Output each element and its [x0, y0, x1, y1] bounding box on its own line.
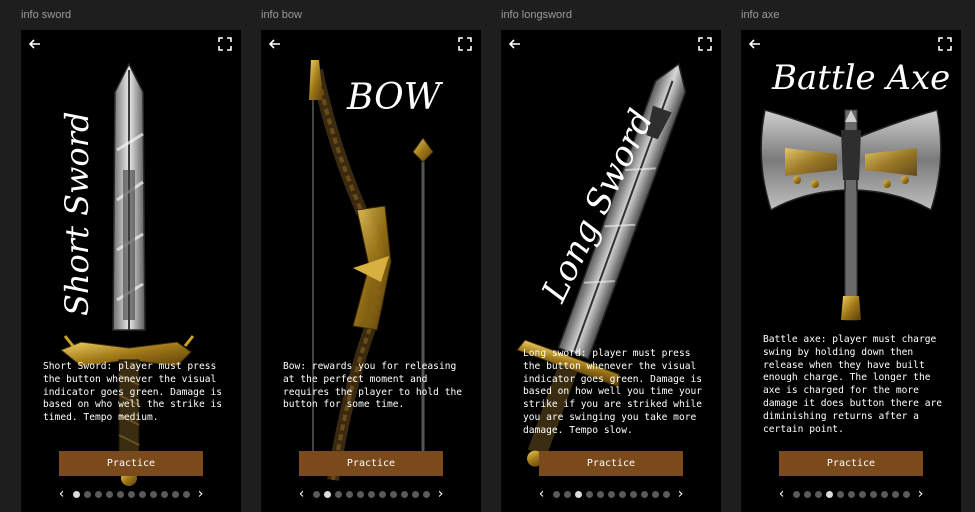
page-dots — [72, 490, 190, 498]
page-dot[interactable] — [422, 490, 430, 498]
battle-axe-illustration — [760, 109, 942, 321]
weapon-title: Short Sword — [58, 111, 96, 316]
page-dot[interactable] — [356, 490, 364, 498]
page-dot[interactable] — [618, 490, 626, 498]
card-battle-axe: Battle Axe Battle axe: player must charg… — [741, 30, 961, 512]
weapon-description: Short Sword: player must press the butto… — [43, 361, 223, 424]
page-dot[interactable] — [891, 490, 899, 498]
chevron-right-icon[interactable]: › — [674, 486, 688, 502]
page-dots — [312, 490, 430, 498]
page-indicator: ‹ › — [501, 486, 721, 502]
practice-button[interactable]: Practice — [299, 451, 443, 476]
weapon-title: Battle Axe — [772, 58, 951, 98]
chevron-right-icon[interactable]: › — [914, 486, 928, 502]
page-dot[interactable] — [902, 490, 910, 498]
fullscreen-icon[interactable] — [217, 36, 233, 52]
page-dot[interactable] — [858, 490, 866, 498]
frame-label-sword: info sword — [21, 9, 72, 21]
back-arrow-icon[interactable] — [507, 36, 523, 52]
page-dot[interactable] — [149, 490, 157, 498]
page-dot[interactable] — [803, 490, 811, 498]
page-dot[interactable] — [585, 490, 593, 498]
chevron-left-icon[interactable]: ‹ — [775, 486, 789, 502]
chevron-left-icon[interactable]: ‹ — [295, 486, 309, 502]
practice-button[interactable]: Practice — [59, 451, 203, 476]
back-arrow-icon[interactable] — [27, 36, 43, 52]
page-dots — [792, 490, 910, 498]
page-dot[interactable] — [640, 490, 648, 498]
page-dot[interactable] — [607, 490, 615, 498]
page-dot[interactable] — [792, 490, 800, 498]
long-sword-illustration — [516, 62, 687, 467]
page-indicator: ‹ › — [261, 486, 481, 502]
page-dot[interactable] — [847, 490, 855, 498]
page-dot[interactable] — [345, 490, 353, 498]
fullscreen-icon[interactable] — [697, 36, 713, 52]
page-dots — [552, 490, 670, 498]
page-dot-active[interactable] — [72, 490, 80, 498]
page-dot[interactable] — [182, 490, 190, 498]
page-dot[interactable] — [116, 490, 124, 498]
page-dot[interactable] — [563, 490, 571, 498]
chevron-left-icon[interactable]: ‹ — [55, 486, 69, 502]
page-dot[interactable] — [171, 490, 179, 498]
page-dot[interactable] — [83, 490, 91, 498]
page-dot[interactable] — [367, 490, 375, 498]
weapon-description: Battle axe: player must charge swing by … — [763, 334, 943, 435]
page-dot[interactable] — [411, 490, 419, 498]
card-long-sword: Long Sword Long sword: player must press… — [501, 30, 721, 512]
weapon-description: Bow: rewards you for releasing at the pe… — [283, 361, 463, 411]
page-dot[interactable] — [869, 490, 877, 498]
frame-label-longsword: info longsword — [501, 9, 572, 21]
frame-label-axe: info axe — [741, 9, 780, 21]
page-dot[interactable] — [160, 490, 168, 498]
frame-label-bow: info bow — [261, 9, 302, 21]
page-dot-active[interactable] — [825, 490, 833, 498]
page-dot-active[interactable] — [574, 490, 582, 498]
back-arrow-icon[interactable] — [267, 36, 283, 52]
page-dot[interactable] — [880, 490, 888, 498]
page-dot[interactable] — [596, 490, 604, 498]
page-dot[interactable] — [94, 490, 102, 498]
page-indicator: ‹ › — [741, 486, 961, 502]
page-dot[interactable] — [127, 490, 135, 498]
page-dot[interactable] — [552, 490, 560, 498]
practice-button[interactable]: Practice — [539, 451, 683, 476]
page-dot[interactable] — [651, 490, 659, 498]
page-dot[interactable] — [105, 490, 113, 498]
page-dot[interactable] — [662, 490, 670, 498]
fullscreen-icon[interactable] — [457, 36, 473, 52]
short-sword-illustration — [60, 62, 195, 486]
page-dot[interactable] — [389, 490, 397, 498]
card-bow: BOW Bow: rewards you for releasing at th… — [261, 30, 481, 512]
back-arrow-icon[interactable] — [747, 36, 763, 52]
fullscreen-icon[interactable] — [937, 36, 953, 52]
chevron-right-icon[interactable]: › — [434, 486, 448, 502]
page-dot-active[interactable] — [323, 490, 331, 498]
chevron-right-icon[interactable]: › — [194, 486, 208, 502]
weapon-description: Long sword: player must press the button… — [523, 348, 703, 436]
page-dot[interactable] — [814, 490, 822, 498]
page-dot[interactable] — [400, 490, 408, 498]
chevron-left-icon[interactable]: ‹ — [535, 486, 549, 502]
page-dot[interactable] — [334, 490, 342, 498]
page-dot[interactable] — [312, 490, 320, 498]
page-dot[interactable] — [378, 490, 386, 498]
weapon-title: BOW — [347, 77, 441, 118]
practice-button[interactable]: Practice — [779, 451, 923, 476]
page-dot[interactable] — [138, 490, 146, 498]
page-dot[interactable] — [629, 490, 637, 498]
card-short-sword: Short Sword Short Sword: player must pre… — [21, 30, 241, 512]
page-dot[interactable] — [836, 490, 844, 498]
page-indicator: ‹ › — [21, 486, 241, 502]
